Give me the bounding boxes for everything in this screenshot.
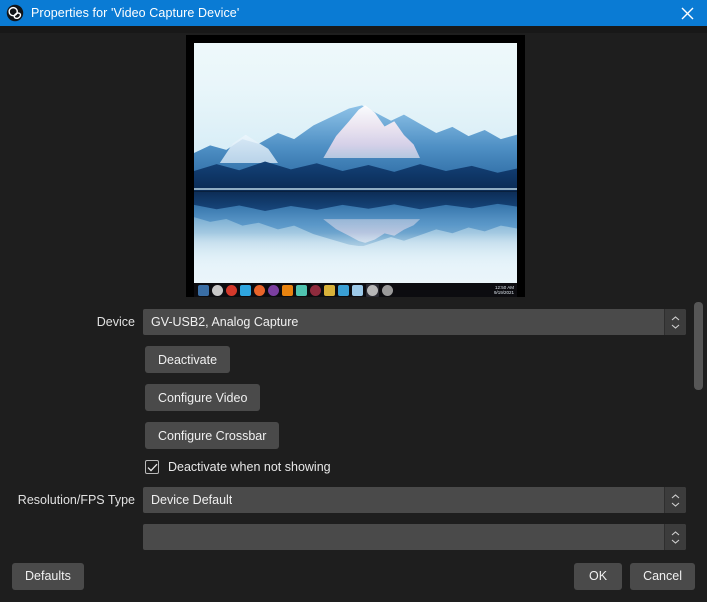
close-icon [681,7,693,19]
app-icon-orange [282,284,293,296]
titlebar: Properties for 'Video Capture Device' [0,0,707,26]
captured-desktop-wallpaper [194,43,517,283]
app-icon-settings [382,284,393,296]
deactivate-when-not-showing-label: Deactivate when not showing [168,460,331,474]
cancel-button[interactable]: Cancel [630,562,695,590]
app-icon-teal [296,284,307,296]
checkmark-icon [147,463,157,472]
taskbar-icon-list [198,283,393,297]
wallpaper-water-haze [194,232,517,283]
preview-area: 12:50 AM 9/19/2021 [0,33,707,297]
next-field-combobox-arrows[interactable] [664,524,686,550]
taskbar-clock: 12:50 AM 9/19/2021 [494,285,514,295]
properties-form: Device GV-USB2, Analog Capture Deactivat… [0,297,707,550]
wallpaper-lake [194,191,517,283]
next-field-combobox[interactable] [143,524,686,550]
configure-crossbar-button-row: Configure Crossbar [145,422,707,449]
chevron-down-icon [671,539,680,544]
properties-scroll-area: Device GV-USB2, Analog Capture Deactivat… [0,297,707,550]
deactivate-when-not-showing-row[interactable]: Deactivate when not showing [145,460,707,474]
app-icon-blue [338,284,349,296]
configure-video-button[interactable]: Configure Video [145,384,261,411]
next-field-container [143,524,707,550]
app-icon-yellow [324,284,335,296]
ok-button[interactable]: OK [574,562,623,590]
chevron-up-icon [671,315,680,320]
dialog-footer: Defaults OK Cancel [0,550,707,602]
defaults-button[interactable]: Defaults [12,562,84,590]
window-title: Properties for 'Video Capture Device' [31,6,240,20]
scrollbar-thumb[interactable] [694,302,703,390]
video-preview-content: 12:50 AM 9/19/2021 [194,43,517,297]
chevron-up-icon [671,530,680,535]
app-icon-info-active [366,283,379,297]
captured-taskbar: 12:50 AM 9/19/2021 [194,283,517,297]
resolution-fps-combobox[interactable]: Device Default [143,487,686,513]
app-icon-purple [268,284,279,296]
device-combobox-arrows[interactable] [664,309,686,335]
chevron-down-icon [671,502,680,507]
app-icon-info [367,284,378,296]
resolution-fps-row: Resolution/FPS Type Device Default [0,487,707,513]
device-combobox-value: GV-USB2, Analog Capture [151,315,299,329]
wallpaper-shoreline [194,188,517,191]
resolution-fps-combobox-value: Device Default [151,493,233,507]
app-icon-check [240,284,251,296]
configure-crossbar-button[interactable]: Configure Crossbar [145,422,280,449]
taskbar-clock-date: 9/19/2021 [493,290,514,295]
configure-video-button-row: Configure Video [145,384,707,411]
app-icon-maroon [310,284,321,296]
resolution-fps-combobox-arrows[interactable] [664,487,686,513]
device-field: GV-USB2, Analog Capture [143,309,707,335]
video-capture-preview[interactable]: 12:50 AM 9/19/2021 [186,35,525,297]
next-field-row-clipped [0,524,707,550]
chevron-up-icon [671,493,680,498]
close-button[interactable] [667,0,707,26]
device-row: Device GV-USB2, Analog Capture [0,309,707,335]
app-icon-lightblue [352,284,363,296]
device-combobox[interactable]: GV-USB2, Analog Capture [143,309,686,335]
deactivate-when-not-showing-checkbox[interactable] [145,460,159,474]
obs-logo-icon [6,4,24,22]
properties-dialog: Properties for 'Video Capture Device' 12… [0,0,707,602]
device-label: Device [96,315,135,329]
deactivate-button[interactable]: Deactivate [145,346,231,373]
start-button-icon [198,284,209,296]
chevron-down-icon [671,324,680,329]
deactivate-button-row: Deactivate [145,346,707,373]
resolution-fps-label: Resolution/FPS Type [17,493,135,507]
resolution-fps-field: Device Default [143,487,707,513]
properties-scrollbar[interactable] [692,297,705,550]
app-icon-firefox [254,284,265,296]
app-icon-red [226,284,237,296]
search-icon [212,284,223,296]
titlebar-underline [0,26,707,33]
